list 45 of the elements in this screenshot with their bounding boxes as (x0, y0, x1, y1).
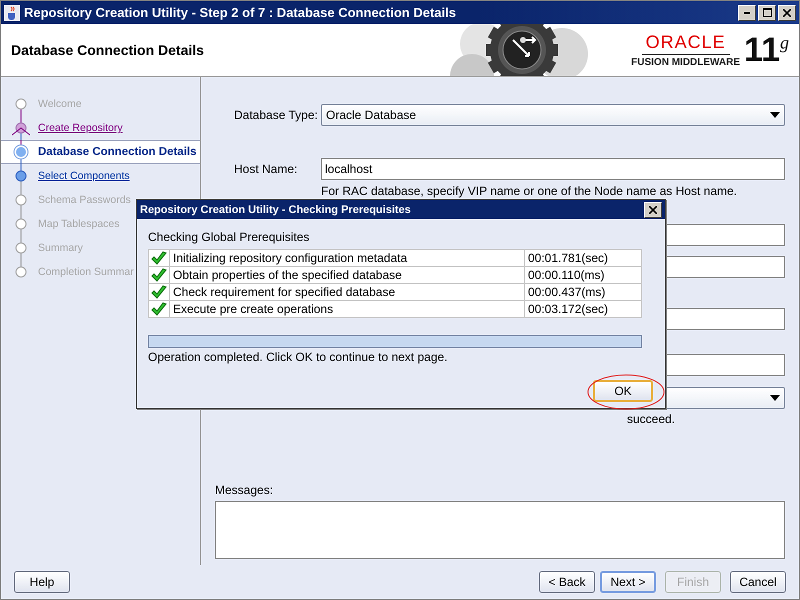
close-button[interactable] (778, 4, 796, 20)
close-icon (783, 8, 791, 16)
window-title: Repository Creation Utility - Step 2 of 7 : Database Connection Details (24, 5, 457, 20)
step-icon (15, 236, 27, 260)
hint-text: For RAC database, specify VIP name or one of the Node name as Host name. (321, 184, 738, 198)
status-text: Operation completed. Click OK to continue to next page. (148, 350, 449, 364)
field-label: Database Type: (233, 108, 319, 122)
wizard-button[interactable]: Next > (600, 571, 656, 593)
section-heading: Checking Global Prerequisites (148, 230, 310, 244)
close-button[interactable] (644, 202, 662, 218)
table-cell: 00:03.172(sec) (524, 300, 642, 318)
wizard-button[interactable]: < Back (539, 571, 595, 593)
wizard-button[interactable]: Help (14, 571, 70, 593)
caret-icon (770, 395, 780, 401)
step-icon (15, 212, 27, 236)
oracle-logo: ORACLE (642, 32, 730, 55)
close-icon (649, 206, 657, 214)
table-cell: Execute pre create operations (170, 300, 524, 318)
ok-button[interactable]: OK (593, 380, 653, 402)
caret-icon (770, 112, 780, 118)
wizard-step[interactable]: Create Repository (1, 116, 200, 140)
table-cell: Obtain properties of the specified database (170, 266, 524, 284)
note-text: succeed. (626, 412, 675, 426)
dialog-title: Repository Creation Utility - Checking Prerequisites (140, 204, 412, 216)
table-cell: Check requirement for specified database (170, 284, 524, 300)
step-icon (15, 188, 27, 212)
wizard-button[interactable]: Cancel (730, 571, 786, 593)
table-cell: Initializing repository configuration metadata (170, 250, 524, 266)
minimize-button[interactable] (738, 4, 756, 20)
database-type-dropdown[interactable]: Oracle Database (321, 104, 785, 126)
table-cell: 00:01.781(sec) (524, 250, 642, 266)
maximize-button[interactable] (758, 4, 776, 20)
java-cup-icon (4, 4, 20, 20)
product-name: FUSION MIDDLEWARE (631, 56, 740, 68)
field-label: Host Name: (233, 162, 298, 176)
version-label: 11$^{g}$ (744, 33, 789, 67)
maximize-icon (762, 8, 772, 17)
messages-label: Messages: (215, 483, 274, 497)
page-title: Database Connection Details (10, 42, 205, 58)
host-name-field[interactable]: localhost (321, 158, 785, 180)
table-cell: 00:00.110(ms) (524, 266, 642, 284)
wizard-step[interactable]: Select Components (1, 164, 200, 188)
table-cell: 00:00.437(ms) (524, 284, 642, 300)
wizard-step[interactable]: Database Connection Details (1, 140, 200, 164)
minimize-icon (744, 12, 750, 14)
